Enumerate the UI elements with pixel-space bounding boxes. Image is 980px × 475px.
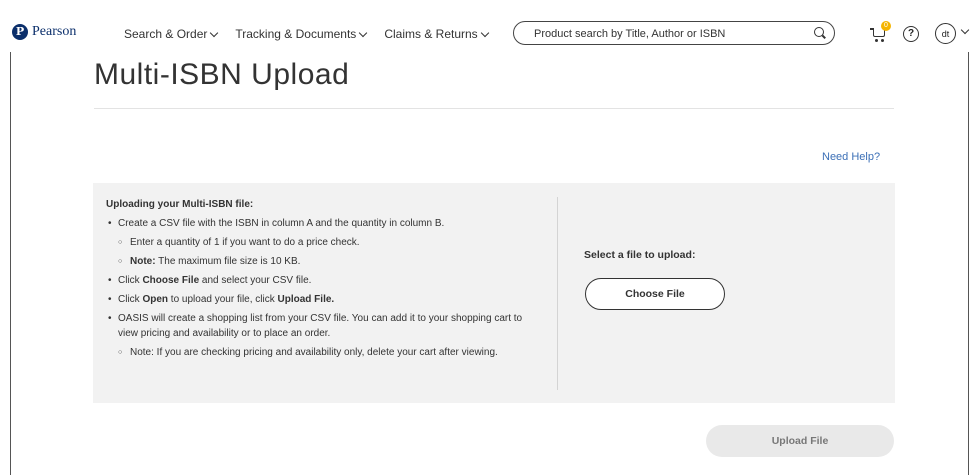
cart-wheel [875, 39, 878, 42]
window-border-right [968, 0, 969, 475]
nav-search-order[interactable]: Search & Order [124, 27, 219, 41]
instruction-item: Click Choose File and select your CSV fi… [106, 273, 536, 288]
nav-label: Search & Order [124, 27, 208, 41]
upload-panel: Uploading your Multi-ISBN file: Create a… [93, 183, 895, 403]
chevron-down-icon [210, 28, 219, 37]
user-avatar[interactable]: dt [935, 23, 956, 44]
instruction-item: Click Open to upload your file, click Up… [106, 292, 536, 307]
instruction-bold: Open [142, 294, 169, 305]
chevron-down-icon [480, 28, 489, 37]
page-title: Multi-ISBN Upload [94, 58, 350, 91]
instruction-text: Click [118, 294, 143, 305]
instruction-text: to upload your file, click [168, 294, 278, 305]
instruction-text: Note: If you are checking pricing and av… [130, 347, 498, 358]
instruction-bold: Note: [130, 256, 156, 267]
need-help-link[interactable]: Need Help? [822, 151, 880, 163]
nav-label: Tracking & Documents [235, 27, 357, 41]
cart-wheel [881, 39, 884, 42]
nav-claims-returns[interactable]: Claims & Returns [384, 27, 489, 41]
pearson-logo-icon: P [12, 24, 28, 40]
nav-tracking-documents[interactable]: Tracking & Documents [235, 27, 368, 41]
window-border-left [10, 0, 11, 475]
cart-basket [873, 30, 885, 37]
instruction-text: Create a CSV file with the ISBN in colum… [118, 218, 445, 229]
search-input[interactable] [532, 25, 796, 43]
cart-count-badge: 0 [881, 21, 891, 31]
instructions: Uploading your Multi-ISBN file: Create a… [106, 197, 536, 360]
chevron-down-icon[interactable] [960, 25, 970, 35]
instruction-subitem: Enter a quantity of 1 if you want to do … [106, 235, 536, 250]
instruction-subitem: Note: If you are checking pricing and av… [106, 345, 536, 360]
help-icon[interactable]: ? [903, 26, 919, 42]
pearson-logo[interactable]: P Pearson [12, 24, 76, 40]
instructions-heading: Uploading your Multi-ISBN file: [106, 199, 254, 210]
instruction-text: Click [118, 275, 143, 286]
instruction-bold: Choose File [142, 275, 200, 286]
instruction-item: OASIS will create a shopping list from y… [106, 311, 536, 341]
select-file-label: Select a file to upload: [584, 249, 696, 261]
instruction-text: The maximum file size is 10 KB. [155, 256, 301, 267]
cart-icon[interactable]: 0 [870, 21, 891, 42]
chevron-down-icon [359, 28, 368, 37]
product-search [513, 21, 835, 45]
search-icon[interactable] [814, 27, 824, 37]
instruction-text: OASIS will create a shopping list from y… [118, 313, 523, 339]
choose-file-button[interactable]: Choose File [585, 278, 725, 310]
instruction-text: Enter a quantity of 1 if you want to do … [130, 237, 360, 248]
logo-text: Pearson [32, 24, 77, 39]
top-header: P Pearson Search & Order Tracking & Docu… [0, 0, 980, 52]
instruction-bold: Upload File. [277, 294, 335, 305]
main-nav: Search & Order Tracking & Documents Clai… [124, 27, 489, 41]
instruction-item: Create a CSV file with the ISBN in colum… [106, 216, 536, 231]
panel-divider [557, 197, 558, 390]
instruction-text: and select your CSV file. [199, 275, 312, 286]
instruction-subitem: Note: The maximum file size is 10 KB. [106, 254, 536, 269]
title-divider [94, 108, 894, 109]
upload-file-button[interactable]: Upload File [706, 425, 894, 457]
nav-label: Claims & Returns [384, 27, 478, 41]
